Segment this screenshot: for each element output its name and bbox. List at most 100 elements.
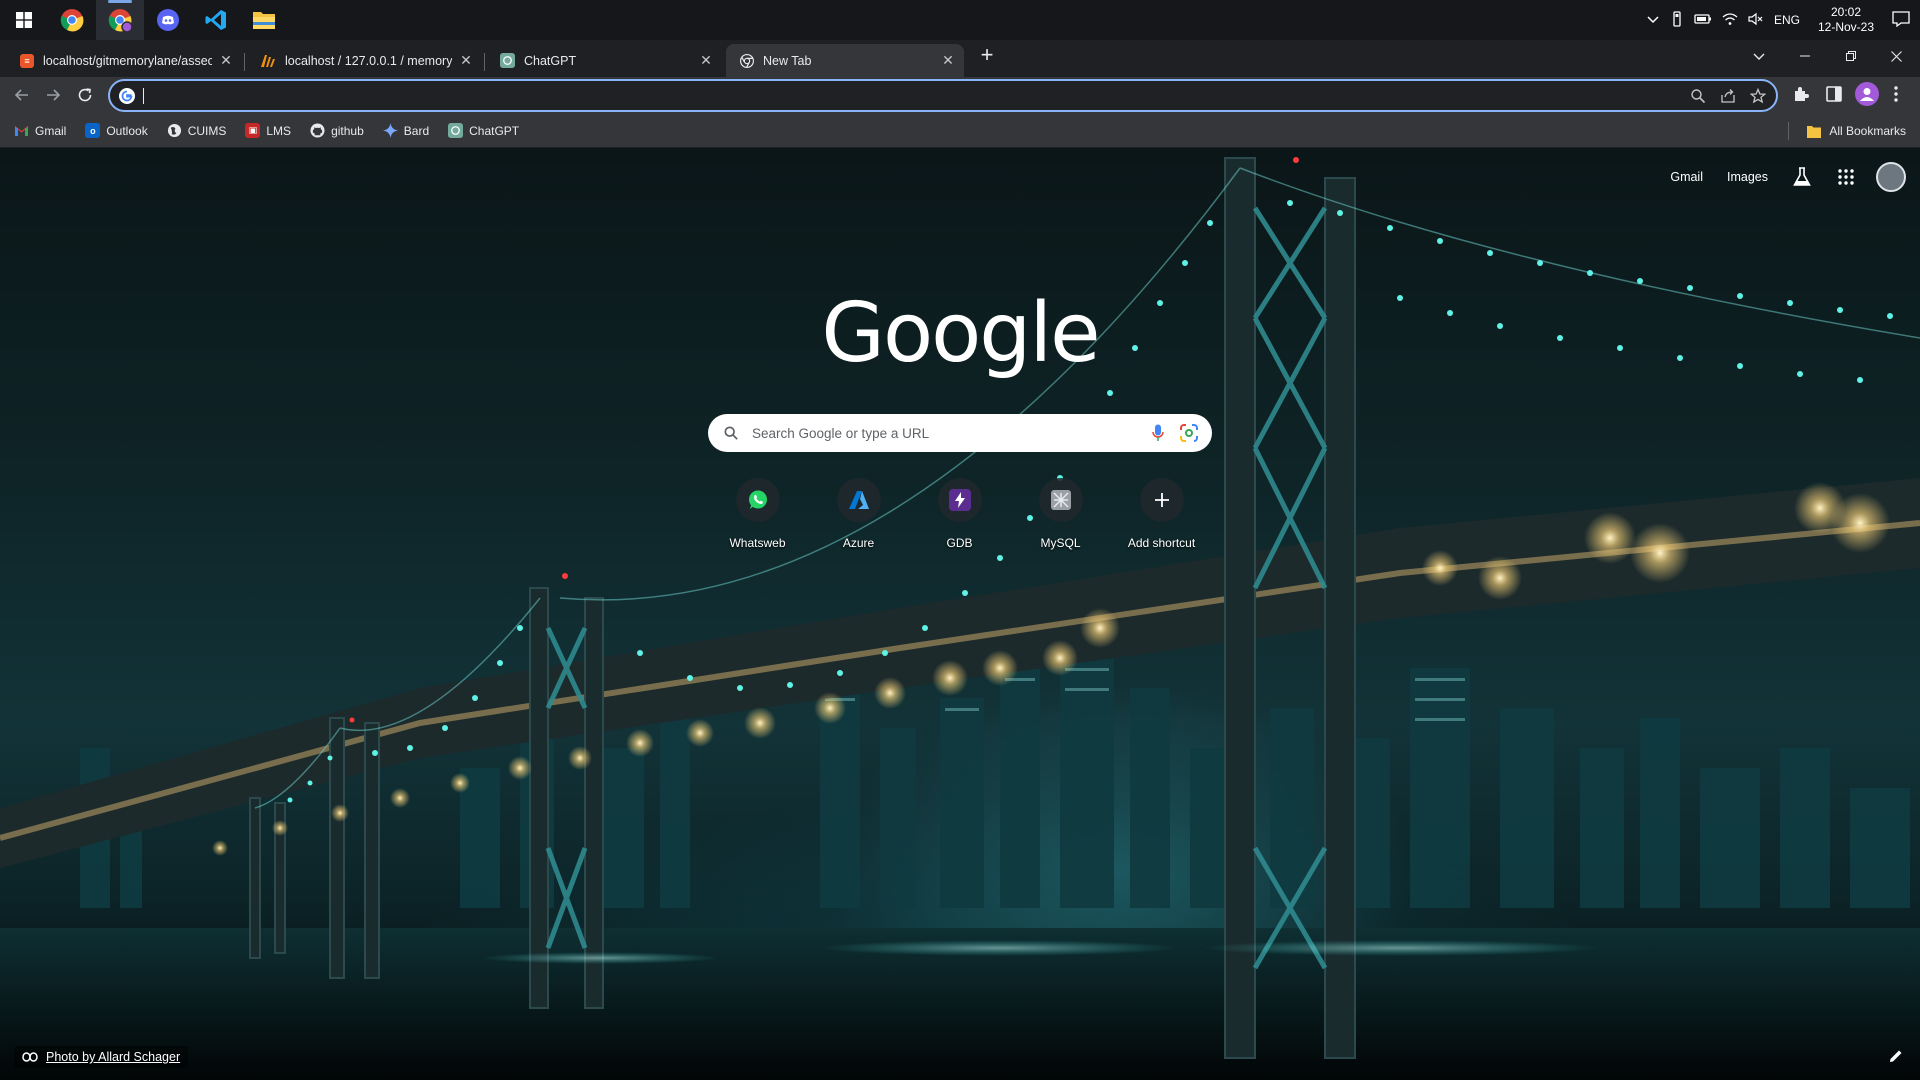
close-icon[interactable]: ✕ (698, 52, 714, 69)
close-icon[interactable]: ✕ (940, 52, 956, 69)
ntp-search-box[interactable]: Search Google or type a URL (708, 414, 1212, 452)
volume-muted-icon[interactable] (1748, 12, 1764, 29)
azure-icon (848, 491, 869, 509)
localhost-icon: ≡ (20, 53, 34, 68)
shortcut-gdb[interactable]: GDB (909, 478, 1010, 550)
bookmark-label: LMS (266, 123, 292, 138)
notification-icon[interactable] (1892, 10, 1910, 30)
clock[interactable]: 20:02 12-Nov-23 (1818, 5, 1874, 35)
shortcut-label: MySQL (1040, 536, 1081, 550)
share-icon[interactable] (1720, 88, 1736, 109)
bookmark-chatgpt[interactable]: ChatGPT (448, 123, 519, 138)
bard-icon (382, 123, 398, 138)
extensions-icon[interactable] (1792, 85, 1810, 108)
language-indicator[interactable]: ENG (1774, 13, 1800, 27)
close-icon[interactable]: ✕ (218, 52, 234, 69)
taskbar-file-explorer[interactable] (240, 0, 288, 40)
folder-icon (253, 12, 275, 29)
globe-icon (167, 123, 181, 138)
photo-credit-text: Photo by Allard Schager (46, 1050, 181, 1064)
microphone-icon[interactable] (1152, 424, 1164, 442)
text-cursor (143, 87, 144, 104)
taskbar-chrome[interactable] (48, 0, 96, 40)
shortcut-azure[interactable]: Azure (808, 478, 909, 550)
shortcut-label: Azure (842, 536, 875, 550)
bookmark-label: Gmail (35, 123, 67, 138)
new-tab-button[interactable]: + (976, 44, 998, 67)
taskbar-vscode[interactable] (192, 0, 240, 40)
ntp-header: Gmail Images (1666, 162, 1906, 192)
customize-chrome-button[interactable] (1886, 1046, 1906, 1066)
gmail-link[interactable]: Gmail (1666, 168, 1707, 186)
close-icon (1891, 50, 1902, 62)
restore-icon (1845, 51, 1856, 61)
chatgpt-icon (448, 123, 464, 138)
all-bookmarks-button[interactable]: All Bookmarks (1788, 114, 1906, 148)
plus-icon (1154, 493, 1169, 507)
taskbar-discord[interactable] (144, 0, 192, 40)
bookmark-github[interactable]: github (310, 123, 364, 138)
google-logo: Google (821, 286, 1100, 381)
tab-new-tab[interactable]: New Tab ✕ (726, 44, 964, 77)
shortcut-whatsweb[interactable]: Whatsweb (707, 478, 808, 550)
taskbar-chrome-profile[interactable] (96, 0, 144, 40)
whatsapp-icon (748, 490, 767, 509)
mysql-icon (1050, 490, 1071, 510)
bookmark-outlook[interactable]: o Outlook (85, 123, 148, 138)
outlook-icon: o (85, 123, 101, 138)
close-icon[interactable]: ✕ (458, 52, 474, 69)
photo-credit[interactable]: Photo by Allard Schager (14, 1046, 189, 1068)
bookmark-bard[interactable]: Bard (382, 123, 430, 138)
more-options-icon[interactable] (1893, 85, 1899, 108)
forward-button[interactable] (40, 82, 66, 108)
clock-time: 20:02 (1830, 5, 1861, 19)
tab-search-button[interactable] (1736, 40, 1781, 72)
google-lens-icon[interactable] (1180, 424, 1198, 442)
chrome-icon (740, 53, 754, 68)
tab-chatgpt[interactable]: ChatGPT ✕ (486, 44, 722, 77)
account-avatar[interactable] (1876, 162, 1906, 192)
images-link[interactable]: Images (1723, 168, 1772, 186)
profile-avatar[interactable] (1855, 82, 1879, 111)
chrome-icon (60, 9, 84, 32)
star-icon[interactable] (1749, 87, 1767, 109)
shortcut-label: Whatsweb (729, 536, 786, 550)
battery-icon[interactable] (1694, 13, 1712, 28)
side-panel-icon[interactable] (1825, 85, 1843, 108)
bookmark-lms[interactable]: ▣ LMS (245, 123, 291, 138)
shortcuts-grid: Whatsweb Azure GDB MySQL Add shortcut (707, 478, 1212, 550)
windows-taskbar: ENG 20:02 12-Nov-23 (0, 0, 1920, 40)
labs-icon[interactable] (1788, 163, 1816, 191)
browser-toolbar (0, 77, 1920, 114)
folder-icon (1807, 125, 1822, 138)
zoom-icon[interactable] (1690, 88, 1706, 109)
phpmyadmin-icon (261, 54, 275, 67)
chrome-icon (108, 9, 132, 32)
google-apps-icon[interactable] (1832, 163, 1860, 191)
address-bar[interactable] (108, 79, 1778, 112)
wifi-icon[interactable] (1722, 12, 1738, 29)
usb-icon[interactable] (1670, 10, 1684, 30)
reload-button[interactable] (72, 82, 98, 108)
tab-title: localhost / 127.0.0.1 / memoryla (285, 53, 452, 68)
restore-button[interactable] (1828, 40, 1873, 72)
bookmark-gmail[interactable]: Gmail (14, 124, 66, 138)
chatgpt-icon (500, 53, 515, 68)
gdb-icon (948, 489, 971, 511)
chevron-up-icon[interactable] (1646, 12, 1660, 29)
bookmark-cuims[interactable]: CUIMS (167, 123, 226, 138)
tab-phpmyadmin[interactable]: localhost / 127.0.0.1 / memoryla ✕ (246, 44, 482, 77)
back-button[interactable] (9, 82, 35, 108)
windows-start-button[interactable] (0, 0, 48, 40)
add-shortcut-button[interactable]: Add shortcut (1111, 478, 1212, 550)
shortcut-mysql[interactable]: MySQL (1010, 478, 1111, 550)
arrow-left-icon (14, 89, 28, 101)
reload-icon (78, 88, 92, 102)
tab-title: localhost/gitmemorylane/assect (43, 53, 212, 68)
bookmark-label: Bard (403, 123, 430, 138)
close-window-button[interactable] (1874, 40, 1919, 72)
search-icon (724, 426, 738, 440)
tab-localhost-assets[interactable]: ≡ localhost/gitmemorylane/assect ✕ (6, 44, 242, 77)
minimize-button[interactable] (1782, 40, 1827, 72)
minimize-icon (1799, 55, 1810, 57)
